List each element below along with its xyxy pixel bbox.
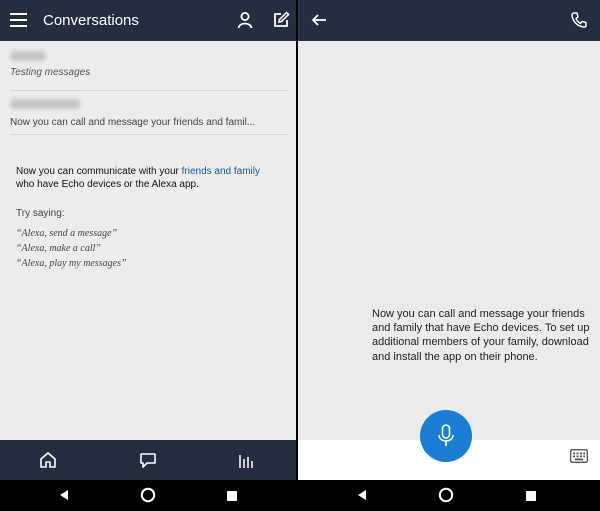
chat-icon[interactable] <box>138 450 158 470</box>
conversation-header <box>298 0 600 41</box>
phone-icon[interactable] <box>570 11 588 29</box>
android-navigation-bar <box>0 480 600 511</box>
equalizer-icon[interactable] <box>238 452 256 468</box>
android-home-icon[interactable] <box>438 487 454 508</box>
android-back-icon[interactable] <box>355 488 369 507</box>
android-back-icon[interactable] <box>57 488 71 507</box>
contact-name-blurred <box>10 51 46 61</box>
person-icon[interactable] <box>236 11 254 29</box>
home-icon[interactable] <box>38 450 58 470</box>
back-arrow-icon[interactable] <box>310 11 328 29</box>
info-text: Now you can communicate with your friend… <box>16 166 260 190</box>
suggestion-phrase: “Alexa, play my messages” <box>16 258 127 269</box>
microphone-button[interactable] <box>420 410 472 462</box>
compose-icon[interactable] <box>272 11 290 29</box>
list-item[interactable]: Testing messages <box>10 51 288 91</box>
microphone-icon <box>438 424 454 446</box>
conversation-detail-panel: Now you can call and message your friend… <box>298 0 600 480</box>
keyboard-icon[interactable] <box>570 449 588 463</box>
conversations-panel: Conversations Testing messages Now you c… <box>0 0 296 480</box>
bottom-navigation <box>0 440 296 480</box>
page-title: Conversations <box>43 12 139 29</box>
suggestion-phrase: “Alexa, send a message” <box>16 228 118 239</box>
welcome-message: Now you can call and message your friend… <box>372 308 590 363</box>
contact-name-blurred <box>10 99 80 109</box>
conversation-preview: Testing messages <box>10 67 91 78</box>
conversations-header: Conversations <box>0 0 296 41</box>
android-recents-icon[interactable] <box>226 489 238 507</box>
try-saying-label: Try saying: <box>16 208 65 219</box>
menu-icon[interactable] <box>10 13 27 27</box>
conversation-preview: Now you can call and message your friend… <box>10 117 256 128</box>
android-home-icon[interactable] <box>140 487 156 508</box>
list-item[interactable]: Now you can call and message your friend… <box>10 99 288 135</box>
friends-family-link[interactable]: friends and family <box>182 166 260 177</box>
suggestion-phrase: “Alexa, make a call” <box>16 243 101 254</box>
android-recents-icon[interactable] <box>525 489 537 507</box>
